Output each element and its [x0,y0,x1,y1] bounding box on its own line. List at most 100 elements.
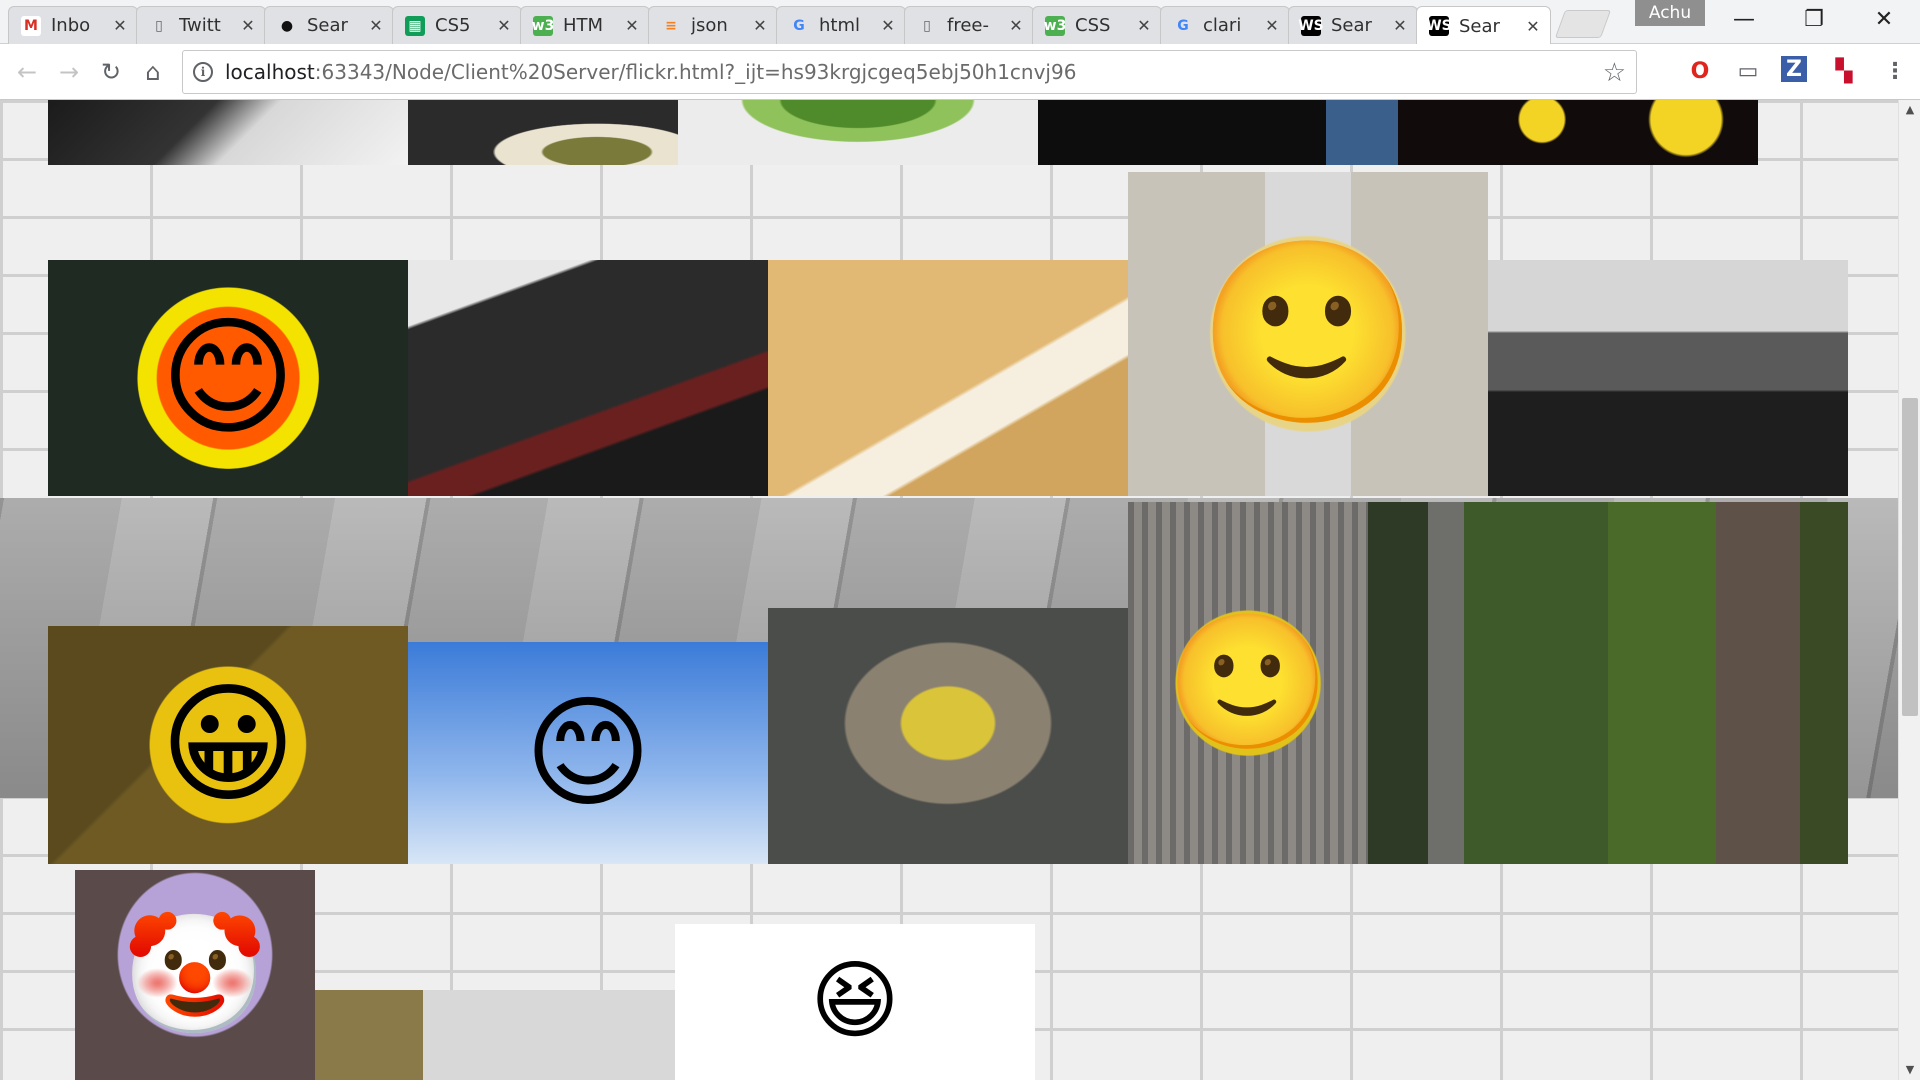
menu-icon[interactable]: ⋮ [1880,56,1910,86]
webstorm-icon: WS [1426,16,1452,36]
smiley-face-icon: 😊 [524,681,652,824]
smiley-face-icon: 🙂 [1183,209,1433,459]
tab-6[interactable]: ≡ json ✕ [648,6,778,44]
tab-title: json [691,15,728,36]
photo-clown-balloon[interactable]: 🤡 [75,870,315,1080]
tab-12[interactable]: WS Sear ✕ [1416,6,1551,45]
tab-title: Sear [307,15,348,36]
tab-title: Sear [1459,15,1500,37]
tab-title: CS5 [435,15,471,36]
tab-11[interactable]: WS Sear ✕ [1288,6,1418,44]
smiley-face-icon: 🙂 [1155,590,1341,776]
google-icon: G [793,17,805,34]
tab-close-icon[interactable]: ✕ [1391,16,1409,35]
photo-dinner-friends[interactable] [408,260,768,496]
tab-5[interactable]: w3 HTM ✕ [520,6,650,44]
photo-tree-smiley[interactable]: 🙂 [1128,502,1368,864]
smiley-face-icon: 😀 [136,653,320,837]
gmail-icon: M [21,15,41,36]
tab-2[interactable]: ▯ Twitt ✕ [136,6,266,44]
tab-close-icon[interactable]: ✕ [1524,17,1542,36]
zotero-icon[interactable]: Z [1781,56,1807,82]
photo-green-apple[interactable] [678,100,1038,165]
tab-close-icon[interactable]: ✕ [367,16,385,35]
tab-8[interactable]: ▯ free- ✕ [904,6,1034,44]
tab-title: CSS [1075,15,1111,36]
minimize-button[interactable]: — [1710,0,1778,40]
scroll-up-arrow-icon[interactable]: ▲ [1899,100,1920,120]
stackoverflow-icon: ≡ [665,17,677,34]
tab-close-icon[interactable]: ✕ [623,16,641,35]
google-icon: G [1177,17,1189,34]
photo-inspire-stars[interactable] [1398,100,1758,165]
github-icon: ● [280,17,294,34]
vertical-scrollbar[interactable]: ▲ ▼ [1898,100,1920,1080]
sheets-icon: ▦ [405,15,425,36]
photo-rock-smiley[interactable] [768,608,1128,864]
back-button[interactable]: ← [10,55,44,89]
tab-4[interactable]: ▦ CS5 ✕ [392,6,522,44]
opera-icon[interactable]: O [1685,56,1715,86]
forward-button[interactable]: → [52,55,86,89]
webstorm-icon: WS [1298,15,1324,36]
tab-1[interactable]: M Inbo ✕ [8,6,138,44]
w3schools-icon: w3 [531,15,555,36]
cast-icon[interactable]: ▭ [1733,56,1763,86]
tab-title: Sear [1331,15,1372,36]
smiley-face-icon: 😆 [810,951,900,1052]
scroll-down-arrow-icon[interactable]: ▼ [1899,1060,1920,1080]
smiley-face-icon: 🤡 [122,907,268,1043]
document-icon: ▯ [923,17,931,34]
close-window-button[interactable]: ✕ [1850,0,1918,40]
photo-bike-forest-2[interactable] [1608,502,1848,864]
document-icon: ▯ [155,17,163,34]
browser-toolbar: ← → ↻ ⌂ i localhost:63343/Node/Client%20… [0,44,1920,100]
address-bar[interactable]: i localhost:63343/Node/Client%20Server/f… [182,50,1637,94]
photo-bike-forest-1[interactable] [1368,502,1608,864]
profile-button[interactable]: Achu [1635,0,1705,26]
tab-close-icon[interactable]: ✕ [1007,16,1025,35]
new-tab-button[interactable] [1554,10,1612,38]
bookmark-star-icon[interactable]: ☆ [1603,58,1626,88]
tab-close-icon[interactable]: ✕ [495,16,513,35]
info-icon[interactable]: i [193,62,213,82]
tab-close-icon[interactable]: ✕ [239,16,257,35]
tab-10[interactable]: Gclari ✕ [1160,6,1290,44]
tab-close-icon[interactable]: ✕ [879,16,897,35]
url-host: localhost [225,60,315,84]
tab-title: Twitt [179,15,221,36]
scrollbar-thumb[interactable] [1902,398,1918,716]
smiley-face-icon: 😊 [137,287,319,469]
tab-close-icon[interactable]: ✕ [1263,16,1281,35]
tab-title: clari [1203,15,1242,36]
tab-title: free- [947,15,989,36]
w3schools-icon: w3 [1043,15,1067,36]
photo-door-graffiti[interactable]: 🙂 [1128,172,1488,496]
photo-toy-figure[interactable] [315,990,675,1080]
reload-button[interactable]: ↻ [94,55,128,89]
photo-smiley-balloon[interactable]: 😊 [408,642,768,864]
photo-boy-laughing[interactable] [1488,260,1848,496]
tab-3[interactable]: ● Sear ✕ [264,6,394,44]
tab-title: Inbo [51,15,91,36]
page-viewport: 😊 🙂 😀 😊 🙂 🤡 😆 [0,100,1898,1080]
photo-dinner-plate[interactable] [408,100,678,165]
url-path: :63343/Node/Client%20Server/flickr.html?… [314,60,1077,84]
tab-title: HTM [563,15,604,36]
tab-strip: M Inbo ✕ ▯ Twitt ✕ ● Sear ✕ ▦ CS5 ✕ w3 HTM ✕ ≡ json ✕ Ghtm… [0,0,1920,45]
photo-sand-smile[interactable] [768,260,1128,496]
tab-close-icon[interactable]: ✕ [751,16,769,35]
flag-extension-icon[interactable]: ▚ [1829,56,1859,86]
home-button[interactable]: ⌂ [136,55,170,89]
url-text[interactable]: localhost:63343/Node/Client%20Server/fli… [225,60,1076,84]
photo-police-officer[interactable] [48,100,408,165]
photo-laughing-emoji[interactable]: 😆 [675,924,1035,1080]
tab-7[interactable]: Ghtml ✕ [776,6,906,44]
photo-smiley-bell[interactable]: 😀 [48,626,408,864]
tab-close-icon[interactable]: ✕ [111,16,129,35]
photo-crochet-sun[interactable]: 😊 [48,260,408,496]
restore-button[interactable]: ❐ [1780,0,1848,40]
tab-9[interactable]: w3 CSS ✕ [1032,6,1162,44]
tab-close-icon[interactable]: ✕ [1135,16,1153,35]
tab-title: html [819,15,861,36]
